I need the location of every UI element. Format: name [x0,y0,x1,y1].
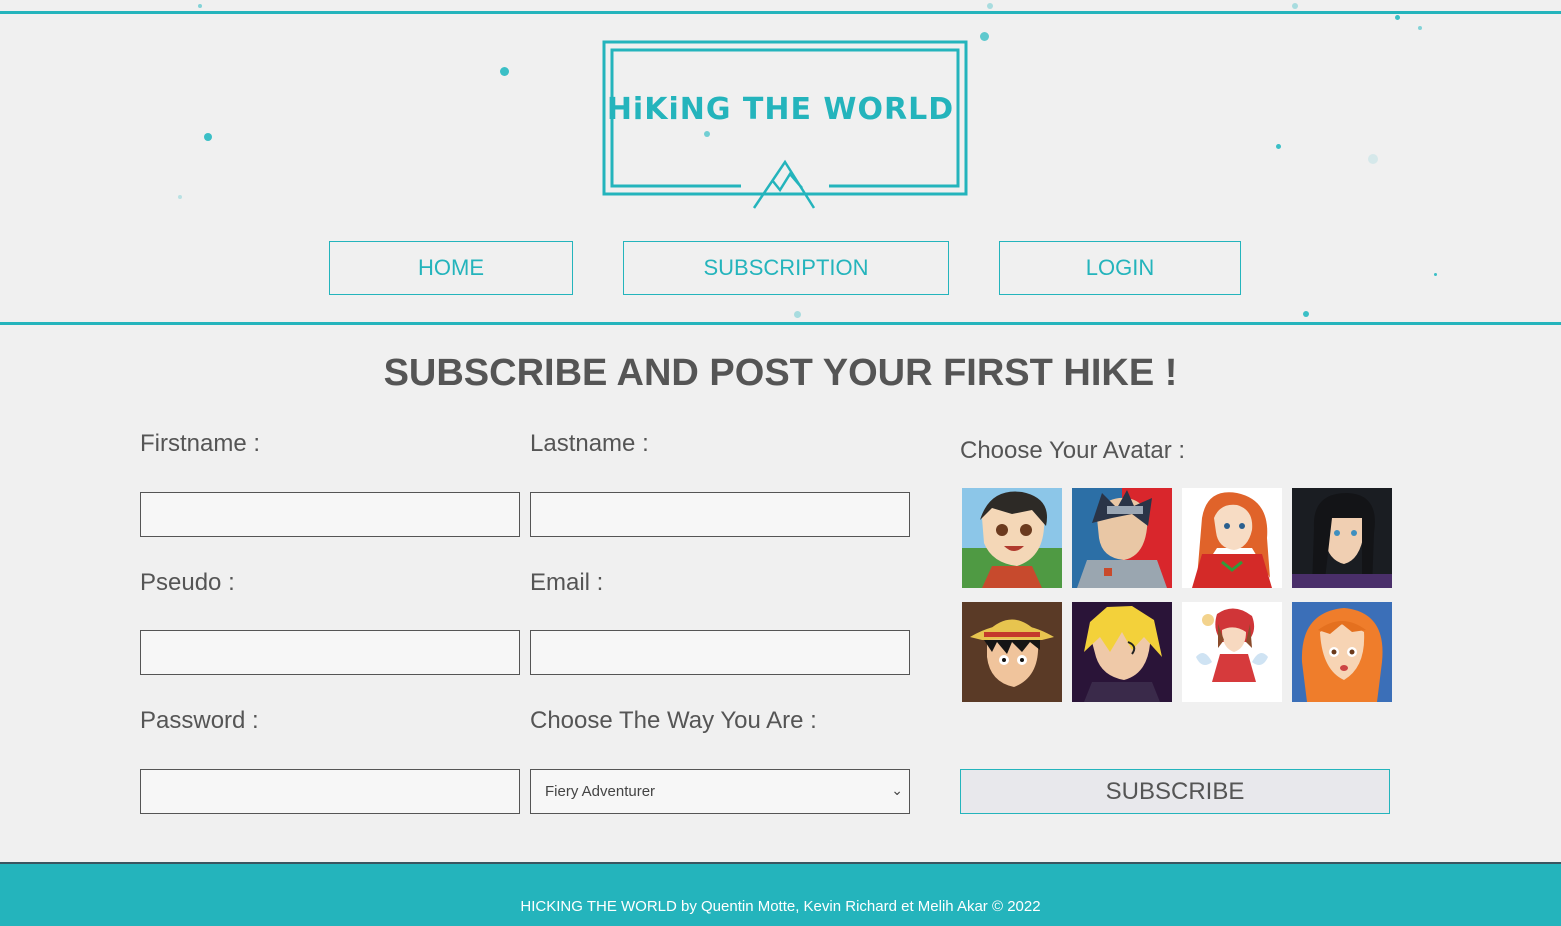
email-label: Email : [530,569,604,596]
firstname-input[interactable] [140,492,520,537]
footer: HICKING THE WORLD by Quentin Motte, Kevi… [0,862,1561,926]
lastname-label: Lastname : [530,430,649,457]
nav-login-button[interactable]: LOGIN [999,241,1241,295]
decor-dot [1303,311,1309,317]
nav-subscription-button[interactable]: SUBSCRIPTION [623,241,949,295]
decor-dot [1434,273,1437,276]
decor-dot [980,32,989,41]
logo-text: HiKiNG THE WORLD [606,92,955,127]
way-select-value: Fiery Adventurer [545,783,656,800]
decor-dot [204,133,212,141]
chevron-down-icon: ⌄ [891,782,903,798]
footer-text: HICKING THE WORLD by Quentin Motte, Kevi… [520,898,1041,915]
decor-dot [1276,144,1281,149]
decor-dot [178,195,182,199]
decor-dot [500,67,509,76]
header-top-border [0,11,1561,14]
way-select[interactable]: Fiery Adventurer ⌄ [530,769,910,814]
password-label: Password : [140,707,259,734]
email-input[interactable] [530,630,910,675]
avatar-option-5[interactable] [962,602,1062,702]
decor-dot [794,311,801,318]
subscribe-button[interactable]: SUBSCRIBE [960,769,1390,814]
password-input[interactable] [140,769,520,814]
avatar-option-8[interactable] [1292,602,1392,702]
decor-dot [987,3,993,9]
avatar-option-3[interactable] [1182,488,1282,588]
decor-dot [1395,15,1400,20]
page-title: SUBSCRIBE AND POST YOUR FIRST HIKE ! [383,352,1178,394]
way-label: Choose The Way You Are : [530,707,817,734]
pseudo-label: Pseudo : [140,569,235,596]
firstname-label: Firstname : [140,430,261,457]
decor-dot [1418,26,1422,30]
avatar-option-7[interactable] [1182,602,1282,702]
avatar-option-6[interactable] [1072,602,1172,702]
avatar-option-4[interactable] [1292,488,1392,588]
avatar-option-1[interactable] [962,488,1062,588]
lastname-input[interactable] [530,492,910,537]
header-bottom-border [0,322,1561,325]
nav-home-button[interactable]: HOME [329,241,573,295]
pseudo-input[interactable] [140,630,520,675]
mountain-icon [752,159,816,209]
avatar-label: Choose Your Avatar : [960,437,1186,464]
avatar-option-2[interactable] [1072,488,1172,588]
decor-dot [1368,154,1378,164]
decor-dot [1292,3,1298,9]
decor-dot [198,4,202,8]
